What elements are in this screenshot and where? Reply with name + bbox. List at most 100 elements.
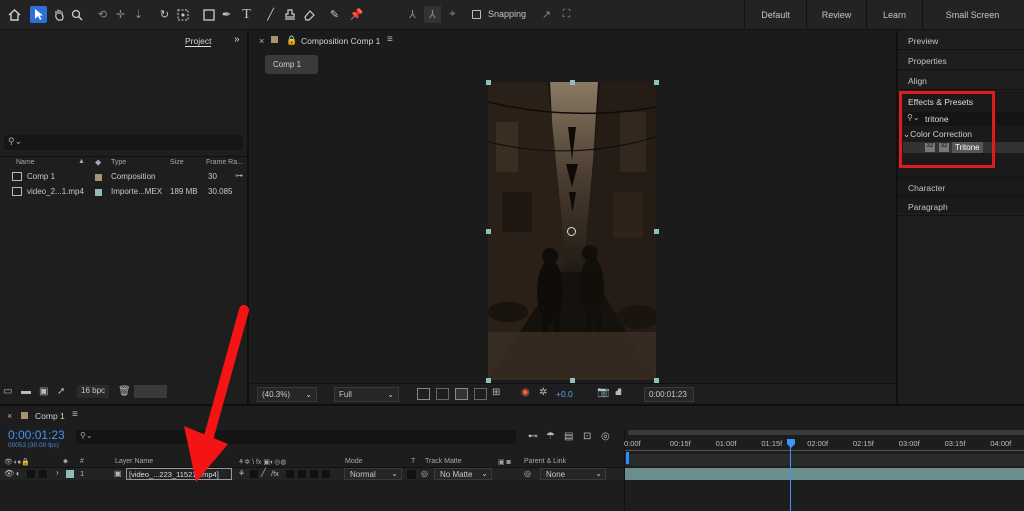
color-channels-icon[interactable]: ◉ xyxy=(521,387,530,398)
transform-handle[interactable] xyxy=(570,80,575,85)
track-matte-dropdown[interactable]: No Matte ⌄ xyxy=(434,468,492,480)
world-axis-icon[interactable]: ⅄ xyxy=(424,6,441,23)
zoom-dropdown[interactable]: (40.3%) ⌄ xyxy=(257,387,317,402)
close-icon[interactable]: × xyxy=(259,36,264,46)
quality-switch-icon[interactable]: ╱ xyxy=(261,468,266,477)
trash-icon[interactable]: 🗑 xyxy=(118,386,131,397)
channel-icon[interactable]: ⊞ xyxy=(492,387,500,398)
motion-blur-icon[interactable]: ◎ xyxy=(601,431,610,442)
work-area-start-marker[interactable] xyxy=(626,452,629,464)
snap-features-icon[interactable]: ⛶ xyxy=(558,6,575,23)
interpret-footage-icon[interactable]: ▭ xyxy=(3,386,12,397)
fast-previews-icon[interactable] xyxy=(417,388,430,400)
brush-tool-icon[interactable]: ╱ xyxy=(262,6,279,23)
label-swatch[interactable] xyxy=(95,174,102,181)
sort-asc-icon[interactable]: ▲ xyxy=(78,158,85,165)
timeline-search-input[interactable]: ⚲⌄ xyxy=(76,430,516,444)
home-icon[interactable] xyxy=(6,6,23,23)
snap-edges-icon[interactable]: ↗ xyxy=(538,6,555,23)
label-tag-icon[interactable]: ⬥ xyxy=(95,157,101,168)
label-swatch[interactable] xyxy=(95,189,102,196)
panel-expand-icon[interactable]: » xyxy=(234,34,240,45)
pick-whip-icon[interactable]: ◎ xyxy=(524,469,531,478)
hand-tool-icon[interactable] xyxy=(50,6,67,23)
project-tab[interactable]: Project xyxy=(185,36,212,47)
transparency-grid-icon[interactable] xyxy=(436,388,449,400)
layer-label-swatch[interactable] xyxy=(66,470,74,478)
zoom-tool-icon[interactable] xyxy=(68,6,85,23)
audio-icon[interactable]: ◖ xyxy=(15,469,20,478)
work-area-bar[interactable] xyxy=(628,430,1024,435)
type-tool-icon[interactable]: T xyxy=(238,6,255,23)
panel-properties[interactable]: Properties xyxy=(898,51,1024,70)
pan-camera-icon[interactable]: ✛ xyxy=(112,6,129,23)
lock-toggle[interactable] xyxy=(39,470,47,478)
parent-dropdown[interactable]: None ⌄ xyxy=(540,468,606,480)
puppet-pin-tool-icon[interactable]: 📌 xyxy=(348,6,365,23)
panel-character[interactable]: Character xyxy=(898,177,1024,196)
project-item-row[interactable]: Comp 1 Composition 30 xyxy=(0,171,247,185)
selection-tool-icon[interactable] xyxy=(30,6,47,23)
new-composition-icon[interactable]: ▣ xyxy=(39,386,48,397)
mode-header[interactable]: Mode xyxy=(345,458,363,465)
comp-mini-flowchart-icon[interactable]: ⊷ xyxy=(528,431,538,442)
visibility-icon[interactable]: 👁 xyxy=(4,469,14,478)
transform-handle[interactable] xyxy=(654,229,659,234)
col-size[interactable]: Size xyxy=(170,159,184,166)
resolution-dropdown[interactable]: Full ⌄ xyxy=(334,387,399,402)
col-type[interactable]: Type xyxy=(111,159,126,166)
tab-menu-icon[interactable]: ≡ xyxy=(72,409,78,420)
close-icon[interactable]: × xyxy=(7,411,12,421)
roto-brush-tool-icon[interactable]: ✎ xyxy=(326,6,343,23)
effect-switch-icon[interactable]: /fx xyxy=(271,469,279,478)
new-folder-icon[interactable]: ▬ xyxy=(21,386,31,397)
transform-handle[interactable] xyxy=(486,80,491,85)
solo-toggle[interactable] xyxy=(27,470,35,478)
orbit-camera-icon[interactable]: ⟲ xyxy=(94,6,111,23)
rotation-tool-icon[interactable]: ↻ xyxy=(156,6,173,23)
motion-blur-switch[interactable] xyxy=(298,470,306,478)
bit-depth-button[interactable]: 16 bpc xyxy=(77,385,110,398)
av-features-icons[interactable]: 👁◖●🔒 xyxy=(4,458,30,466)
workspace-tab[interactable]: Learn xyxy=(866,0,922,30)
workspace-tab[interactable]: Default xyxy=(744,0,806,30)
eraser-tool-icon[interactable] xyxy=(300,6,317,23)
lock-icon[interactable]: 🔒 xyxy=(286,35,297,46)
shy-layers-icon[interactable]: ▤ xyxy=(564,431,573,442)
layer-name-header[interactable]: Layer Name xyxy=(115,458,153,465)
draft-3d-icon[interactable]: ☂ xyxy=(546,431,555,442)
col-framerate[interactable]: Frame Ra... xyxy=(206,159,243,166)
matte-link-icon[interactable]: ◎ xyxy=(421,469,428,478)
track-matte-header[interactable]: Track Matte xyxy=(425,458,462,465)
panel-preview[interactable]: Preview xyxy=(898,31,1024,50)
composition-tab-title[interactable]: Composition Comp 1 xyxy=(301,36,380,46)
layer-row[interactable]: 👁 ◖ › 1 ▣ [video_...223_115211.mp4] ⚘ ╱ … xyxy=(0,468,624,480)
preserve-transparency-toggle[interactable] xyxy=(407,470,416,479)
3d-layer-switch[interactable] xyxy=(322,470,330,478)
region-of-interest-icon[interactable] xyxy=(474,388,487,400)
rectangle-tool-icon[interactable] xyxy=(200,6,217,23)
frame-blending-icon[interactable]: ⊡ xyxy=(583,431,591,442)
clone-stamp-tool-icon[interactable] xyxy=(281,6,298,23)
comp-navigator-chip[interactable]: Comp 1 xyxy=(265,55,318,74)
chevron-right-icon[interactable]: › xyxy=(56,468,59,477)
local-axis-icon[interactable]: ⅄ xyxy=(404,6,421,23)
pen-tool-icon[interactable]: ✒ xyxy=(218,6,235,23)
panel-align[interactable]: Align xyxy=(898,71,1024,90)
flowchart-icon[interactable]: ⊶ xyxy=(235,171,243,180)
workspace-tab[interactable]: Small Screen xyxy=(922,0,1022,30)
col-name[interactable]: Name xyxy=(16,159,35,166)
frame-blend-switch[interactable] xyxy=(286,470,294,478)
dolly-camera-icon[interactable]: ⇣ xyxy=(130,6,147,23)
tab-menu-icon[interactable]: ≡ xyxy=(387,34,393,45)
timeline-comp-tab[interactable]: Comp 1 xyxy=(35,411,65,421)
anchor-point-icon[interactable] xyxy=(567,227,576,236)
snapshot-icon[interactable]: 📷 xyxy=(597,387,609,398)
color-management-icon[interactable]: ✲ xyxy=(539,387,547,398)
transform-handle[interactable] xyxy=(654,80,659,85)
snapping-checkbox[interactable] xyxy=(472,10,481,19)
view-axis-icon[interactable]: ⌖ xyxy=(444,6,461,23)
mask-visibility-icon[interactable] xyxy=(455,388,468,400)
anchor-point-tool-icon[interactable] xyxy=(174,6,191,23)
adjustment-switch[interactable] xyxy=(310,470,318,478)
